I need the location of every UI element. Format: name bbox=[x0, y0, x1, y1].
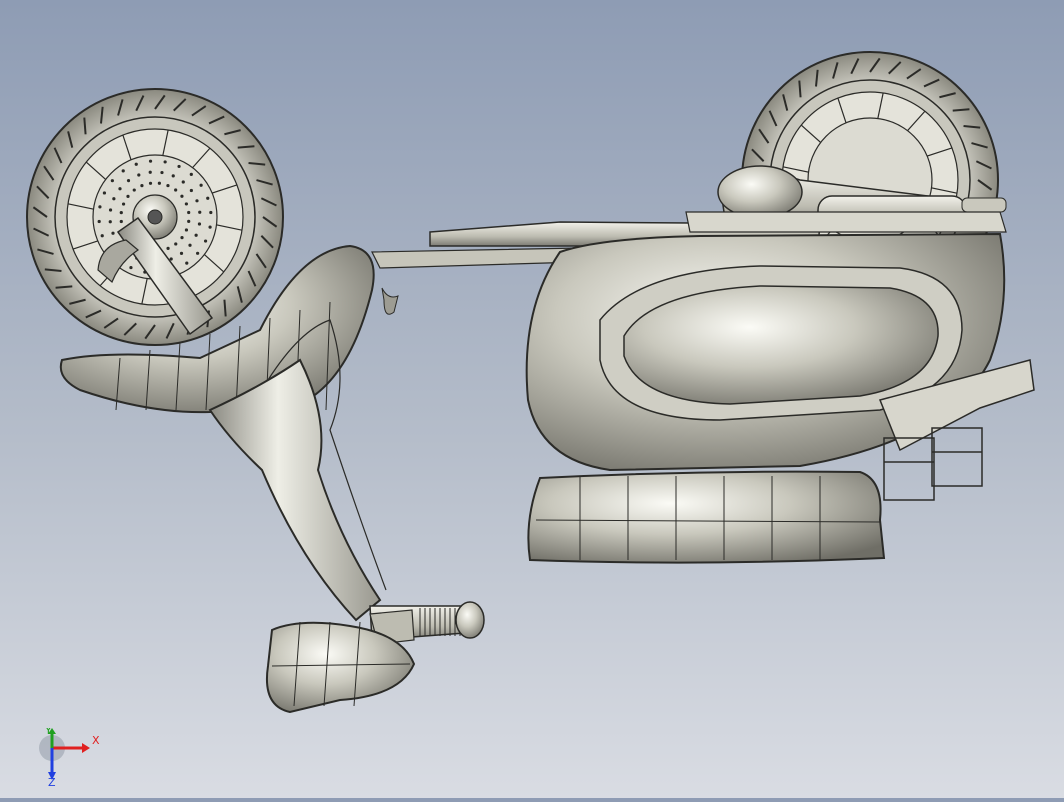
tank-inset bbox=[623, 285, 939, 405]
front-wheel[interactable] bbox=[26, 88, 284, 346]
graphics-viewport[interactable]: X Y Z bbox=[0, 0, 1064, 798]
x-axis-label: X bbox=[92, 734, 100, 747]
sprocket-cover bbox=[717, 165, 803, 219]
seat-cushion[interactable] bbox=[527, 470, 886, 564]
motorcycle-model[interactable] bbox=[0, 0, 1064, 798]
z-axis-label: Z bbox=[48, 776, 56, 788]
coordinate-triad: X Y Z bbox=[39, 728, 100, 788]
steering-stem bbox=[208, 358, 382, 622]
y-axis-label: Y bbox=[44, 728, 52, 737]
